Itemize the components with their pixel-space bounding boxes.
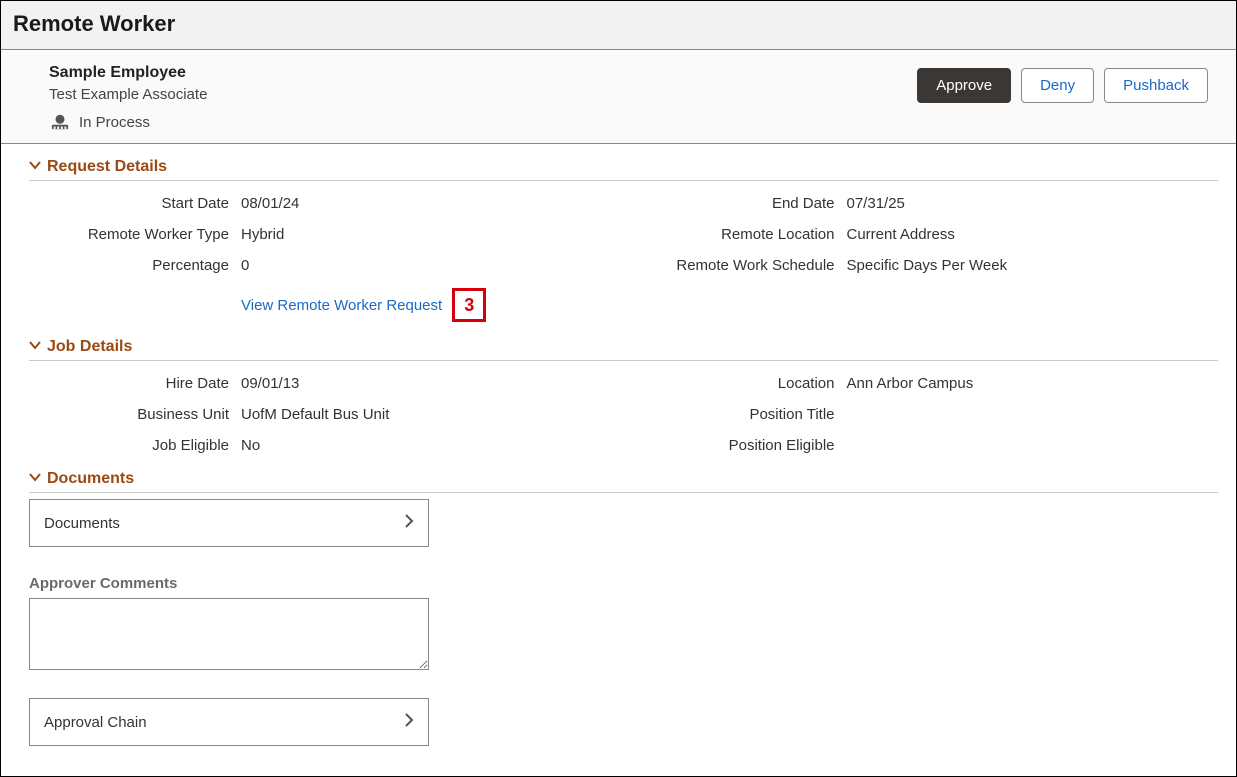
label-percentage: Percentage [29, 257, 229, 274]
value-job-eligible: No [241, 437, 623, 454]
status-row: In Process [49, 113, 207, 131]
label-start-date: Start Date [29, 195, 229, 212]
employee-block: Sample Employee Test Example Associate I… [49, 64, 207, 131]
approval-chain-button-label: Approval Chain [44, 714, 147, 731]
main-content: Request Details Start Date 08/01/24 End … [1, 144, 1236, 776]
value-start-date: 08/01/24 [241, 195, 623, 212]
section-documents-title: Documents [47, 470, 134, 488]
value-position-eligible [847, 437, 1229, 454]
approve-button[interactable]: Approve [917, 68, 1011, 103]
label-end-date: End Date [635, 195, 835, 212]
value-percentage: 0 [241, 257, 623, 274]
employee-name: Sample Employee [49, 64, 207, 82]
job-details-grid: Hire Date 09/01/13 Location Ann Arbor Ca… [29, 361, 1228, 464]
request-details-grid: Start Date 08/01/24 End Date 07/31/25 Re… [29, 181, 1228, 332]
section-job-details-header[interactable]: Job Details [29, 332, 1218, 361]
value-end-date: 07/31/25 [847, 195, 1229, 212]
documents-button-label: Documents [44, 515, 120, 532]
chevron-down-icon [29, 158, 41, 176]
in-process-icon [49, 113, 71, 131]
action-row: Approve Deny Pushback [917, 68, 1208, 103]
employee-title: Test Example Associate [49, 86, 207, 103]
label-remote-worker-type: Remote Worker Type [29, 226, 229, 243]
page-frame: Remote Worker Sample Employee Test Examp… [0, 0, 1237, 777]
pushback-button[interactable]: Pushback [1104, 68, 1208, 103]
approval-chain-button[interactable]: Approval Chain [29, 698, 429, 746]
label-position-eligible: Position Eligible [635, 437, 835, 454]
label-business-unit: Business Unit [29, 406, 229, 423]
approver-comments-label: Approver Comments [29, 575, 1228, 592]
label-remote-location: Remote Location [635, 226, 835, 243]
value-remote-location: Current Address [847, 226, 1229, 243]
section-request-details-header[interactable]: Request Details [29, 152, 1218, 181]
deny-button[interactable]: Deny [1021, 68, 1094, 103]
header-band: Sample Employee Test Example Associate I… [1, 50, 1236, 144]
value-location: Ann Arbor Campus [847, 375, 1229, 392]
documents-button[interactable]: Documents [29, 499, 429, 547]
status-text: In Process [79, 114, 150, 131]
value-remote-work-schedule: Specific Days Per Week [847, 257, 1229, 274]
approver-comments-input[interactable] [29, 598, 429, 670]
section-documents-header[interactable]: Documents [29, 464, 1218, 493]
value-hire-date: 09/01/13 [241, 375, 623, 392]
title-bar: Remote Worker [1, 1, 1236, 50]
label-remote-work-schedule: Remote Work Schedule [635, 257, 835, 274]
callout-marker: 3 [452, 288, 486, 322]
page-title: Remote Worker [13, 11, 1224, 37]
label-location: Location [635, 375, 835, 392]
label-position-title: Position Title [635, 406, 835, 423]
view-request-link-row: View Remote Worker Request 3 [241, 288, 1228, 322]
chevron-right-icon [404, 514, 414, 532]
value-business-unit: UofM Default Bus Unit [241, 406, 623, 423]
section-job-details-title: Job Details [47, 338, 132, 356]
label-hire-date: Hire Date [29, 375, 229, 392]
label-job-eligible: Job Eligible [29, 437, 229, 454]
value-remote-worker-type: Hybrid [241, 226, 623, 243]
section-request-details-title: Request Details [47, 158, 167, 176]
chevron-down-icon [29, 338, 41, 356]
value-position-title [847, 406, 1229, 423]
chevron-right-icon [404, 713, 414, 731]
chevron-down-icon [29, 470, 41, 488]
view-remote-worker-request-link[interactable]: View Remote Worker Request [241, 297, 442, 314]
